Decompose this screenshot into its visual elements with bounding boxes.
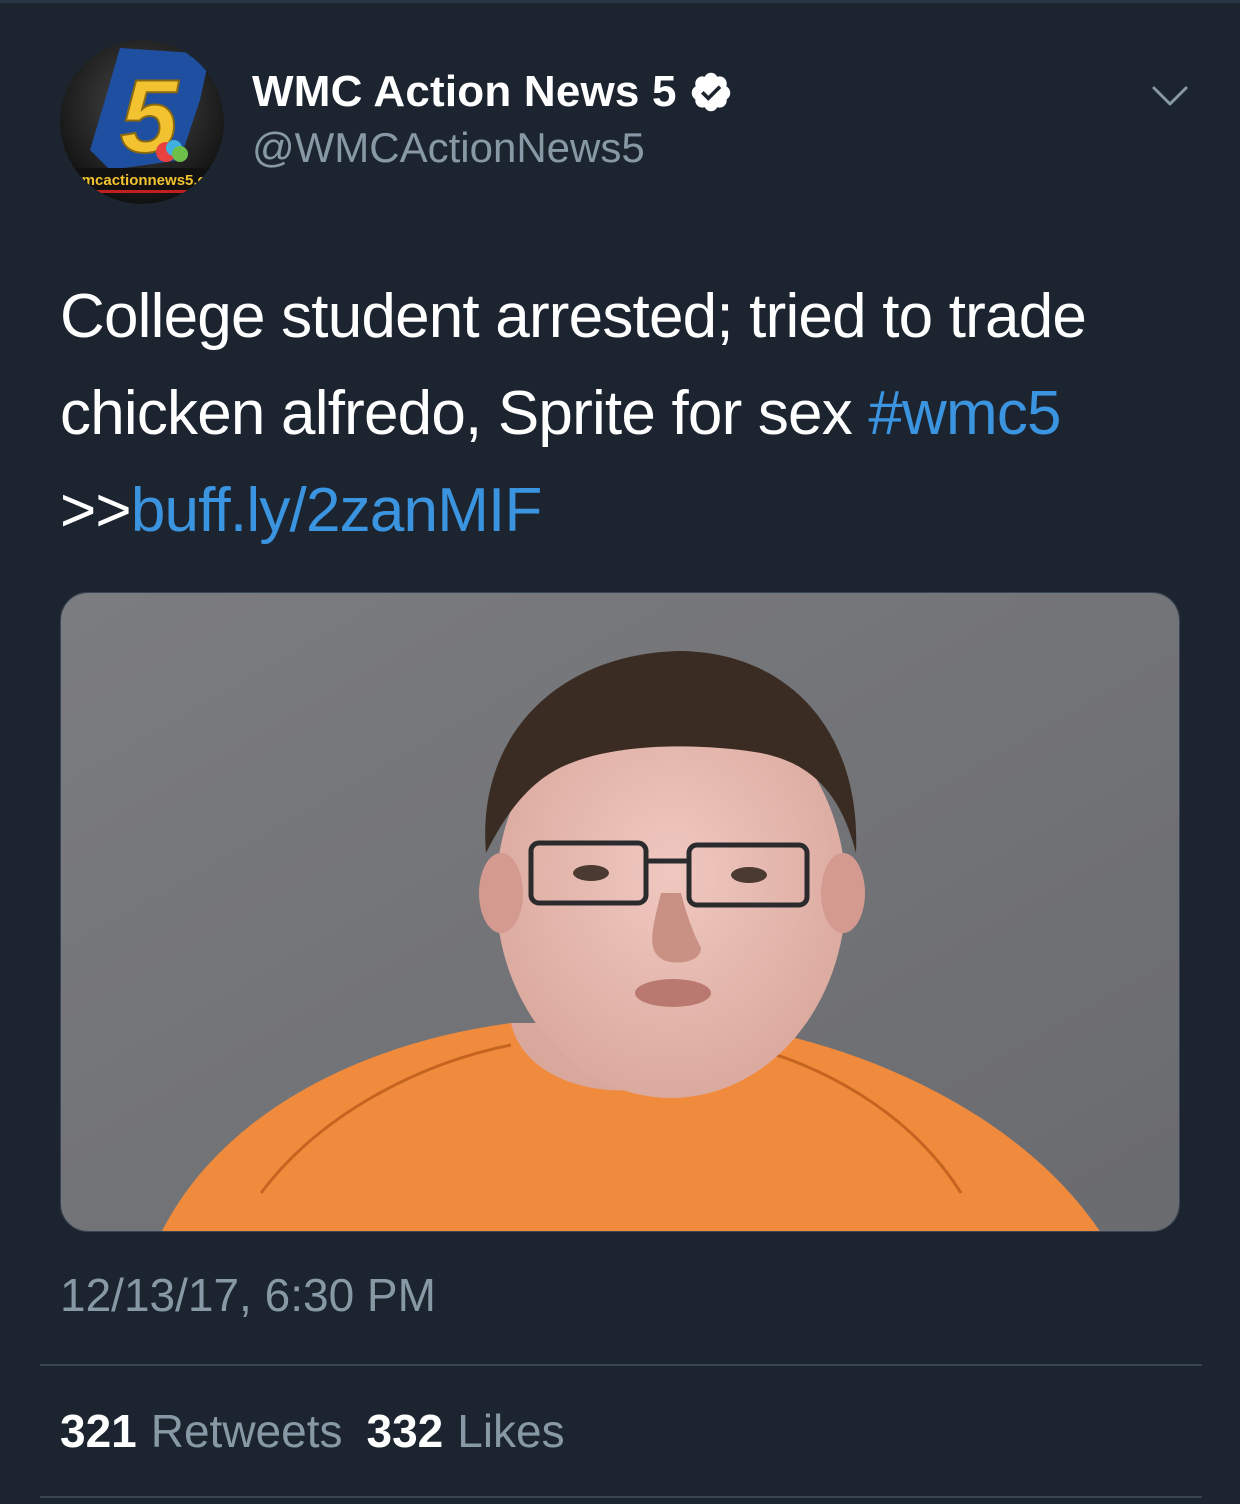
avatar-text: wmcactionnews5.com [69, 172, 224, 189]
retweets-count: 321 [60, 1405, 137, 1457]
tweet-timestamp[interactable]: 12/13/17, 6:30 PM [60, 1268, 436, 1322]
retweets-label: Retweets [150, 1405, 343, 1457]
avatar[interactable]: 5 wmcactionnews5.com [60, 40, 224, 204]
chevron-down-icon[interactable] [1150, 84, 1190, 108]
tweet-header: 5 wmcactionnews5.com WMC Action News 5 @… [60, 40, 1200, 210]
tweet-line-3-prefix: >> [60, 476, 132, 545]
account-names: WMC Action News 5 @WMCActionNews5 [252, 66, 733, 172]
tweet-media-image[interactable] [60, 592, 1180, 1232]
verified-badge-icon [689, 70, 733, 114]
tweet-line-1: College student arrested; tried to trade [60, 282, 1087, 351]
hashtag-link[interactable]: #wmc5 [868, 379, 1061, 448]
tweet-stats: 321 Retweets 332 Likes [60, 1404, 589, 1458]
tweet-text: College student arrested; tried to trade… [60, 268, 1190, 559]
likes-count: 332 [366, 1405, 444, 1457]
divider [40, 1364, 1202, 1366]
url-link[interactable]: buff.ly/2zanMIF [131, 476, 543, 545]
display-name-row: WMC Action News 5 [252, 66, 733, 118]
bottom-divider [40, 1496, 1202, 1498]
likes-stat[interactable]: 332 Likes [367, 1404, 565, 1458]
tweet-line-2-text: chicken alfredo, Sprite for sex [60, 379, 869, 448]
display-name[interactable]: WMC Action News 5 [252, 67, 677, 117]
likes-label: Likes [457, 1405, 565, 1457]
tweet-line-2: chicken alfredo, Sprite for sex #wmc5 [60, 365, 1190, 462]
account-handle[interactable]: @WMCActionNews5 [252, 124, 733, 172]
tweet-line-3: >>buff.ly/2zanMIF [60, 462, 1190, 559]
top-border [0, 0, 1240, 3]
retweets-stat[interactable]: 321 Retweets [60, 1404, 343, 1458]
